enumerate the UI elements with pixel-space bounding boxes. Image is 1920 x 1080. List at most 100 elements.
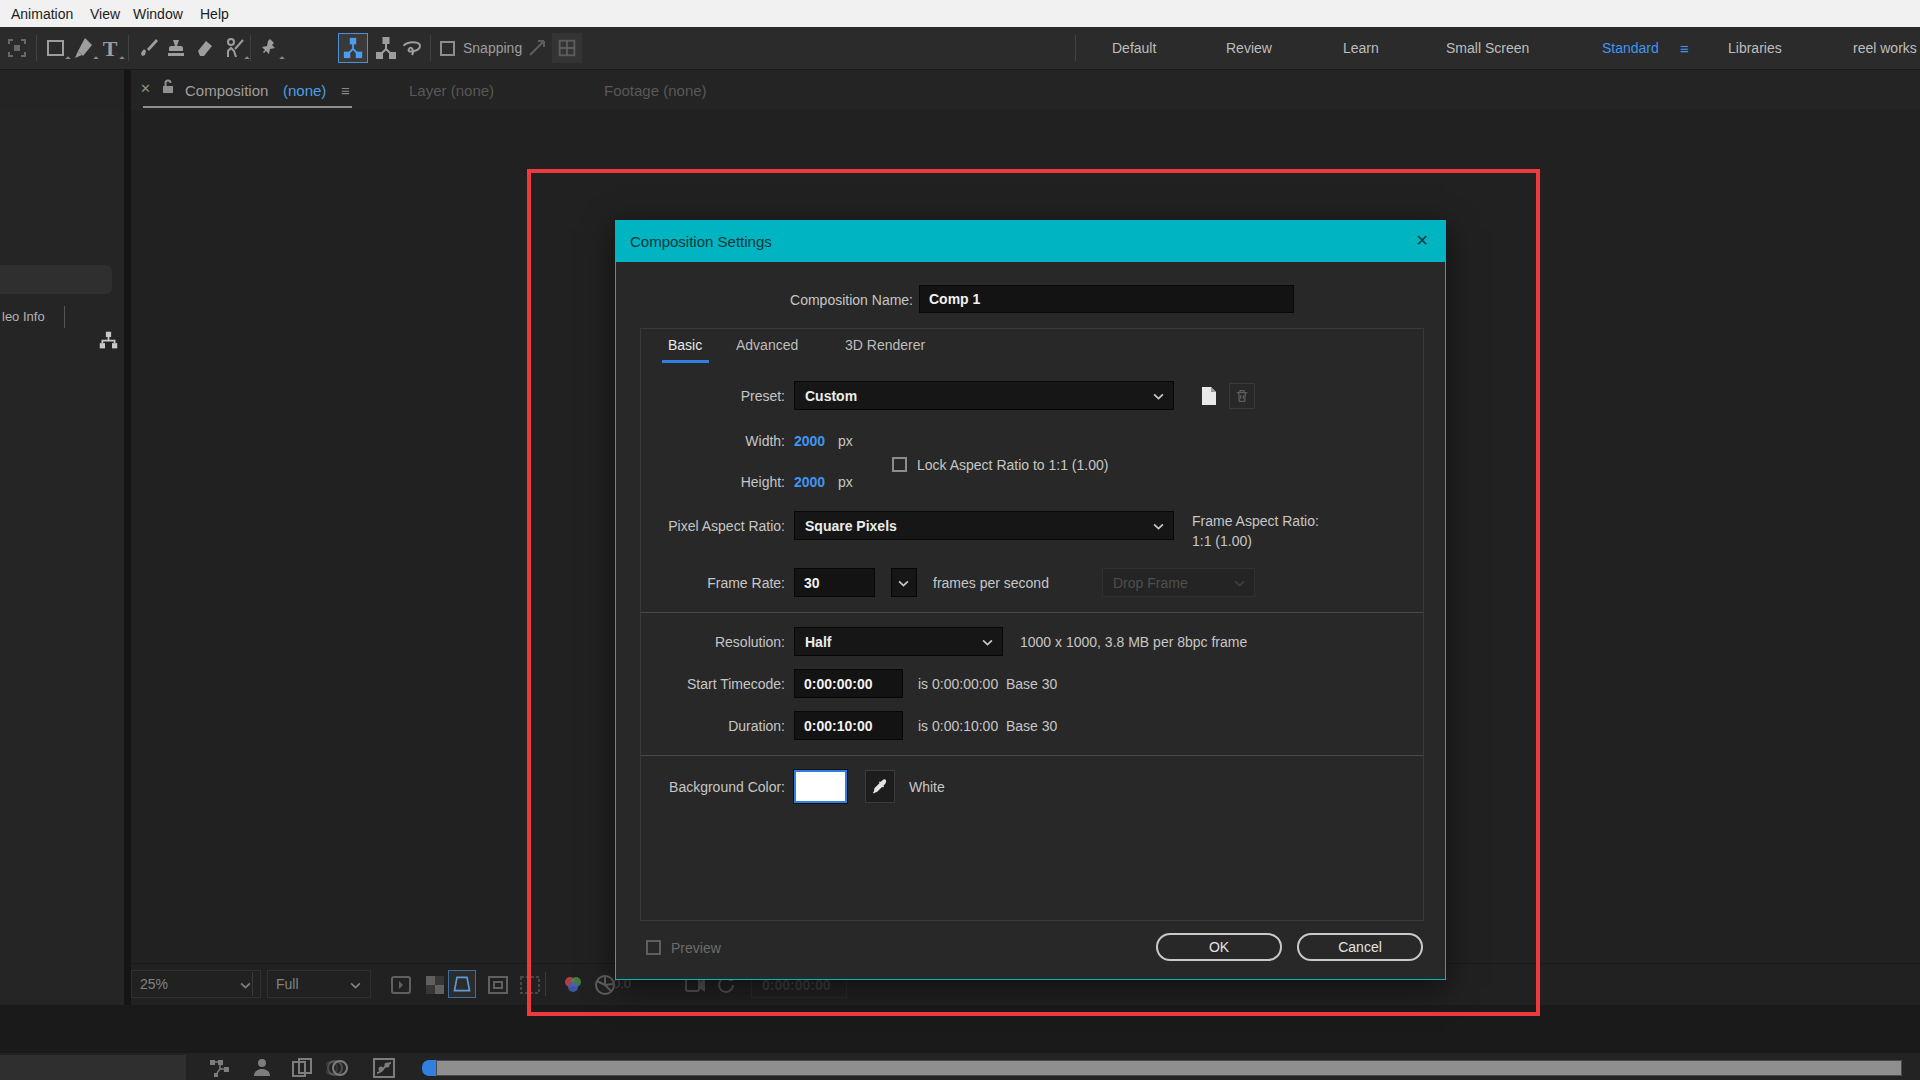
workspace-tab-default[interactable]: Default	[1112, 40, 1156, 56]
snapping-checkbox[interactable]	[440, 41, 455, 56]
workspace-tab-standard[interactable]: Standard	[1602, 40, 1659, 56]
panel-divider[interactable]	[124, 70, 131, 1050]
workspace-tab-small-screen[interactable]: Small Screen	[1446, 40, 1529, 56]
shape-tool-icon[interactable]	[44, 36, 68, 60]
pen-tool-icon[interactable]	[72, 36, 96, 60]
start-timecode-label: Start Timecode:	[626, 676, 785, 692]
settings-group-box	[640, 328, 1424, 921]
dialog-title-bar[interactable]: Composition Settings ✕	[616, 221, 1445, 262]
node-tool-active-icon[interactable]	[338, 33, 368, 63]
dialog-close-icon[interactable]: ✕	[1416, 231, 1429, 250]
composition-tab-menu-icon[interactable]: ≡	[341, 82, 350, 99]
composition-tab-value[interactable]: (none)	[283, 82, 326, 99]
snap-grid-icon[interactable]	[552, 33, 582, 63]
guides-icon[interactable]	[518, 973, 542, 997]
snapshot-icon[interactable]	[389, 973, 413, 997]
workspace-tab-review[interactable]: Review	[1226, 40, 1272, 56]
menu-view[interactable]: View	[90, 6, 120, 22]
unlock-icon[interactable]	[161, 79, 175, 99]
composition-name-input[interactable]: Comp 1	[919, 285, 1294, 313]
cancel-button[interactable]: Cancel	[1297, 933, 1423, 961]
lock-aspect-label: Lock Aspect Ratio to 1:1 (1.00)	[917, 457, 1108, 473]
preset-label: Preset:	[626, 388, 785, 404]
roi-icon[interactable]	[448, 970, 476, 998]
ok-button[interactable]: OK	[1156, 933, 1282, 961]
snap-options-icon[interactable]	[525, 36, 549, 60]
start-timecode-value: 0:00:00:00	[804, 676, 873, 692]
roto-brush-tool-icon[interactable]	[223, 36, 247, 60]
eyedropper-button[interactable]	[865, 770, 895, 803]
resolution-label: Resolution:	[626, 634, 785, 650]
height-value[interactable]: 2000	[794, 474, 825, 490]
info-panel-tab[interactable]: leo Info	[2, 309, 45, 324]
width-value[interactable]: 2000	[794, 433, 825, 449]
workspace-tab-libraries[interactable]: Libraries	[1728, 40, 1782, 56]
drop-frame-value: Drop Frame	[1113, 575, 1188, 591]
frame-blend-icon[interactable]	[290, 1056, 314, 1080]
save-preset-button[interactable]	[1195, 383, 1223, 409]
lock-aspect-checkbox[interactable]	[892, 457, 907, 472]
separator	[641, 612, 1423, 613]
timeline-scrollbar[interactable]	[436, 1060, 1902, 1076]
resolution-dropdown[interactable]: Full	[267, 970, 371, 998]
node-tool-icon[interactable]	[374, 36, 398, 60]
resolution-info: 1000 x 1000, 3.8 MB per 8bpc frame	[1020, 634, 1247, 650]
frame-aspect-value: 1:1 (1.00)	[1192, 533, 1252, 549]
footage-tab[interactable]: Footage (none)	[604, 82, 707, 99]
layer-tab[interactable]: Layer (none)	[409, 82, 494, 99]
start-timecode-input[interactable]: 0:00:00:00	[794, 669, 903, 698]
puppet-pin-tool-icon[interactable]	[258, 36, 282, 60]
composition-name-label: Composition Name:	[716, 292, 913, 308]
brush-tool-icon[interactable]	[136, 36, 160, 60]
frame-rate-label: Frame Rate:	[626, 575, 785, 591]
panel-tab-bar: ✕ Composition (none) ≡ Layer (none) Foot…	[0, 70, 1920, 110]
resolution-dropdown-dialog[interactable]: Half	[794, 627, 1003, 656]
zoom-dropdown[interactable]: 25%	[131, 970, 261, 998]
tab-basic[interactable]: Basic	[668, 337, 702, 353]
composition-tab-label[interactable]: Composition	[185, 82, 268, 99]
type-tool-icon[interactable]: T	[98, 36, 122, 60]
resolution-value-dialog: Half	[805, 634, 831, 650]
active-tab-underline	[143, 106, 352, 108]
menu-window[interactable]: Window	[133, 6, 183, 22]
duration-label: Duration:	[626, 718, 785, 734]
duration-value: 0:00:10:00	[804, 718, 873, 734]
workspace-menu-icon[interactable]: ≡	[1680, 40, 1689, 57]
separator	[641, 755, 1423, 756]
home-icon[interactable]	[5, 36, 29, 60]
menu-help[interactable]: Help	[200, 6, 229, 22]
zoom-value: 25%	[140, 976, 168, 992]
render-order-icon[interactable]	[208, 1056, 232, 1080]
mask-visibility-icon[interactable]	[486, 973, 510, 997]
delete-preset-button[interactable]	[1229, 383, 1255, 409]
flowchart-icon[interactable]	[98, 330, 119, 355]
close-tab-icon[interactable]: ✕	[140, 81, 151, 96]
frame-rate-dropdown[interactable]	[891, 568, 917, 597]
workspace-tab-learn[interactable]: Learn	[1343, 40, 1379, 56]
channels-icon[interactable]	[561, 973, 585, 997]
eraser-tool-icon[interactable]	[193, 36, 217, 60]
panel-tab-divider	[64, 306, 65, 328]
tab-advanced[interactable]: Advanced	[736, 337, 798, 353]
transparency-grid-icon[interactable]	[423, 973, 447, 997]
frame-rate-input[interactable]: 30	[794, 568, 875, 597]
timeline-left-box[interactable]	[0, 1055, 186, 1080]
preset-dropdown[interactable]: Custom	[794, 381, 1174, 410]
background-color-swatch[interactable]	[794, 770, 847, 803]
height-unit: px	[838, 474, 853, 490]
workspace-tab-reel-works[interactable]: reel works	[1853, 40, 1917, 56]
menu-animation[interactable]: Animation	[11, 6, 73, 22]
graph-editor-icon[interactable]	[372, 1056, 396, 1080]
motion-blur-icon[interactable]	[326, 1056, 350, 1080]
background-color-label: Background Color:	[626, 779, 785, 795]
draft-3d-icon[interactable]	[250, 1056, 274, 1080]
timeline-playhead[interactable]	[422, 1060, 436, 1076]
lasso-tool-icon[interactable]	[400, 36, 424, 60]
left-panel-selected-item[interactable]	[0, 265, 112, 294]
pixel-aspect-dropdown[interactable]: Square Pixels	[794, 511, 1174, 540]
tab-3d-renderer[interactable]: 3D Renderer	[845, 337, 925, 353]
duration-input[interactable]: 0:00:10:00	[794, 711, 903, 740]
stamp-tool-icon[interactable]	[164, 36, 188, 60]
preview-checkbox[interactable]	[646, 940, 661, 955]
drop-frame-dropdown: Drop Frame	[1102, 568, 1255, 597]
